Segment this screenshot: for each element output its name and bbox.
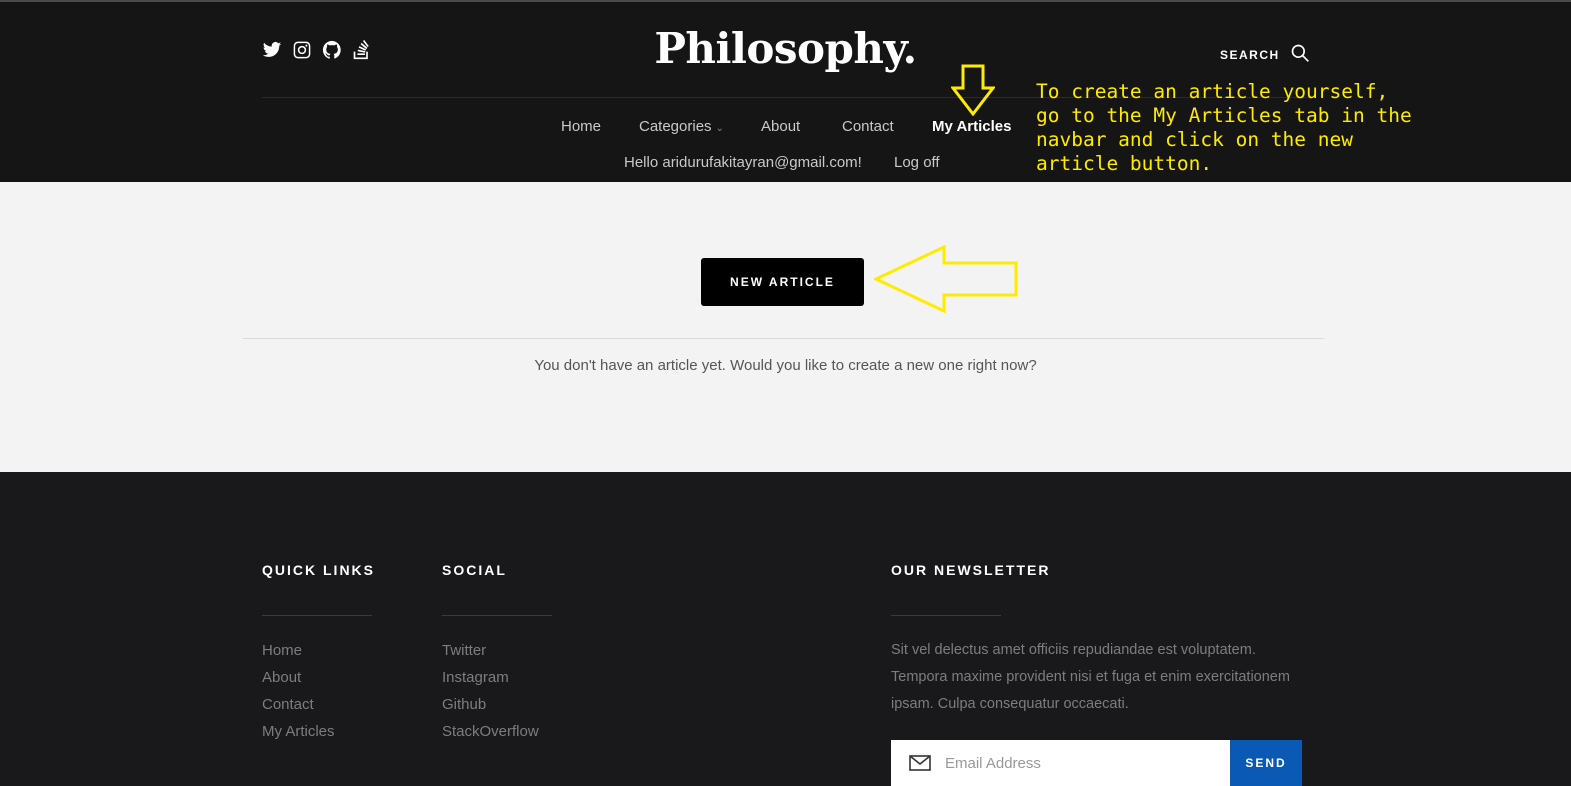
footer-link-github[interactable]: Github: [442, 691, 552, 718]
annotation-arrow-left-icon: [874, 245, 1018, 314]
social-divider: [442, 615, 552, 616]
quick-links-divider: [262, 615, 372, 616]
empty-state-message: You don't have an article yet. Would you…: [534, 357, 1037, 374]
nav-categories[interactable]: Categories ⌄: [639, 118, 724, 135]
newsletter-text: Sit vel delectus amet officiis repudiand…: [891, 642, 1290, 712]
main-content: NEW ARTICLE You don't have an article ye…: [0, 182, 1571, 472]
footer-newsletter: OUR NEWSLETTER Sit vel delectus amet off…: [891, 562, 1311, 718]
footer-link-instagram[interactable]: Instagram: [442, 664, 552, 691]
annotation-arrow-down-icon: [951, 64, 995, 116]
footer-link-stackoverflow[interactable]: StackOverflow: [442, 718, 552, 745]
footer-link-my-articles[interactable]: My Articles: [262, 718, 375, 745]
quick-links-title: QUICK LINKS: [262, 562, 375, 578]
newsletter-email-field: [891, 740, 1230, 786]
nav-about[interactable]: About: [761, 118, 800, 135]
footer-quick-links: QUICK LINKS Home About Contact My Articl…: [262, 562, 375, 745]
footer-link-about[interactable]: About: [262, 664, 375, 691]
search-icon: [1290, 43, 1310, 66]
content-divider: [243, 338, 1324, 339]
site-footer: QUICK LINKS Home About Contact My Articl…: [0, 472, 1571, 786]
annotation-text: To create an article yourself, go to the…: [1036, 80, 1412, 175]
newsletter-divider: [891, 615, 1001, 616]
search-label: SEARCH: [1220, 47, 1280, 62]
chevron-down-icon: ⌄: [715, 123, 724, 134]
footer-link-home[interactable]: Home: [262, 637, 375, 664]
nav-categories-label: Categories: [639, 118, 712, 135]
nav-my-articles[interactable]: My Articles: [932, 118, 1011, 135]
footer-social: SOCIAL Twitter Instagram Github StackOve…: [442, 562, 552, 745]
mail-icon: [909, 755, 931, 771]
social-title: SOCIAL: [442, 562, 507, 578]
new-article-button[interactable]: NEW ARTICLE: [701, 258, 864, 306]
site-logo[interactable]: Philosophy.: [0, 24, 1571, 73]
newsletter-title: OUR NEWSLETTER: [891, 562, 1051, 578]
user-greeting[interactable]: Hello aridurufakitayran@gmail.com!: [624, 154, 862, 171]
footer-link-contact[interactable]: Contact: [262, 691, 375, 718]
search-button[interactable]: SEARCH: [1220, 43, 1310, 66]
nav-contact[interactable]: Contact: [842, 118, 894, 135]
send-button[interactable]: SEND: [1230, 740, 1302, 786]
footer-link-twitter[interactable]: Twitter: [442, 637, 552, 664]
site-header: Philosophy. SEARCH Home Categories ⌄ Abou…: [0, 0, 1571, 182]
nav-home[interactable]: Home: [561, 118, 601, 135]
email-input[interactable]: [945, 754, 1215, 772]
logoff-link[interactable]: Log off: [894, 154, 940, 171]
